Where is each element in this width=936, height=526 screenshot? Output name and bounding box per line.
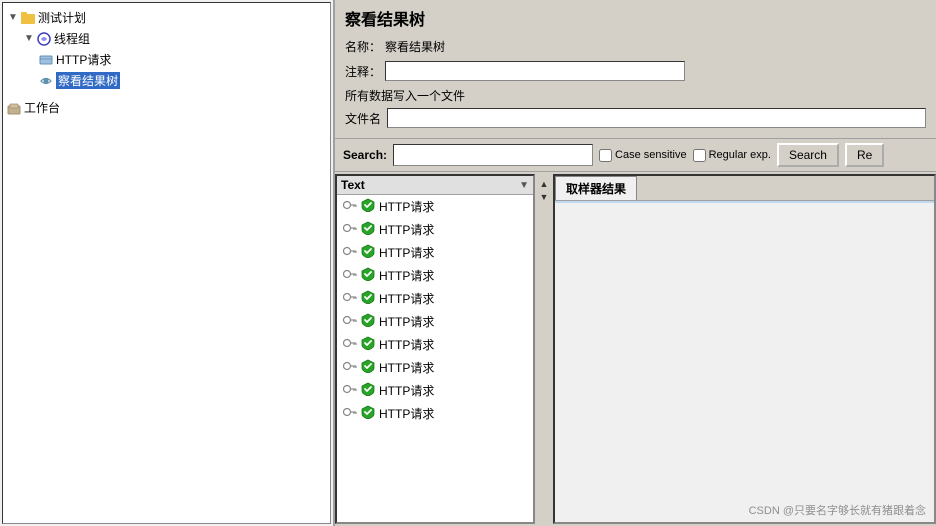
workbench-item[interactable]: 工作台 xyxy=(7,95,326,120)
shield-icon xyxy=(361,359,375,376)
search-input[interactable] xyxy=(393,144,593,166)
folder-icon xyxy=(21,11,35,25)
regular-exp-label[interactable]: Regular exp. xyxy=(693,149,771,162)
workbench-icon xyxy=(7,101,21,115)
name-row: 名称： 察看结果树 xyxy=(345,38,926,55)
key-icon xyxy=(343,383,357,398)
comment-input[interactable] xyxy=(385,61,685,81)
file-label: 文件名 xyxy=(345,110,381,127)
key-icon xyxy=(343,245,357,260)
watermark: CSDN @只要名字够长就有猪跟着念 xyxy=(749,502,926,518)
file-input[interactable] xyxy=(387,108,926,128)
list-item-label: HTTP请求 xyxy=(379,313,434,330)
key-icon xyxy=(343,199,357,214)
key-icon xyxy=(343,268,357,283)
name-label: 名称： xyxy=(345,38,385,55)
list-item[interactable]: HTTP请求 xyxy=(337,402,533,425)
right-header: 察看结果树 名称： 察看结果树 注释： 所有数据写入一个文件 文件名 xyxy=(335,0,936,138)
search-button[interactable]: Search xyxy=(777,143,839,167)
comment-label: 注释： xyxy=(345,63,385,80)
file-row: 文件名 xyxy=(345,108,926,128)
tree-item-test-plan[interactable]: ▼ 测试计划 xyxy=(7,7,326,28)
shield-icon xyxy=(361,244,375,261)
expand-icon-thread-group[interactable]: ▼ xyxy=(23,33,35,45)
list-item[interactable]: HTTP请求 xyxy=(337,379,533,402)
list-header: Text ▼ xyxy=(337,176,533,195)
case-sensitive-label[interactable]: Case sensitive xyxy=(599,149,687,162)
shield-icon xyxy=(361,313,375,330)
scroll-down-btn[interactable]: ▼ xyxy=(540,191,549,204)
list-item[interactable]: HTTP请求 xyxy=(337,310,533,333)
search-label: Search: xyxy=(343,148,387,162)
shield-icon xyxy=(361,290,375,307)
list-item[interactable]: HTTP请求 xyxy=(337,241,533,264)
key-icon xyxy=(343,291,357,306)
shield-icon xyxy=(361,382,375,399)
tab-sampler-result[interactable]: 取样器结果 xyxy=(555,176,637,200)
list-item-label: HTTP请求 xyxy=(379,359,434,376)
list-item-label: HTTP请求 xyxy=(379,382,434,399)
list-item-label: HTTP请求 xyxy=(379,290,434,307)
list-header-arrow[interactable]: ▼ xyxy=(519,180,529,191)
shield-icon xyxy=(361,267,375,284)
list-item[interactable]: HTTP请求 xyxy=(337,264,533,287)
list-item[interactable]: HTTP请求 xyxy=(337,218,533,241)
shield-icon xyxy=(361,405,375,422)
list-panel: Text ▼ HTTP请求 HTTP请求 HTTP请求 xyxy=(335,174,535,524)
result-tabs: 取样器结果 xyxy=(555,176,934,201)
tree-area: ▼ 测试计划 ▼ 线程组 xyxy=(2,2,331,524)
comment-row: 注释： xyxy=(345,61,926,81)
case-sensitive-checkbox[interactable] xyxy=(599,149,612,162)
key-icon xyxy=(343,406,357,421)
panel-title: 察看结果树 xyxy=(345,6,926,30)
section-text: 所有数据写入一个文件 xyxy=(345,87,926,104)
shield-icon xyxy=(361,336,375,353)
list-item-label: HTTP请求 xyxy=(379,336,434,353)
scroll-up-btn[interactable]: ▲ xyxy=(540,178,549,191)
tree-item-http-request[interactable]: HTTP请求 xyxy=(7,49,326,70)
content-area: Text ▼ HTTP请求 HTTP请求 HTTP请求 xyxy=(335,172,936,526)
right-panel: 察看结果树 名称： 察看结果树 注释： 所有数据写入一个文件 文件名 Searc… xyxy=(335,0,936,526)
list-item-label: HTTP请求 xyxy=(379,267,434,284)
workbench-label: 工作台 xyxy=(24,99,60,116)
key-icon xyxy=(343,360,357,375)
tree-label-test-plan: 测试计划 xyxy=(38,9,86,26)
list-item[interactable]: HTTP请求 xyxy=(337,287,533,310)
list-item-label: HTTP请求 xyxy=(379,405,434,422)
list-item-label: HTTP请求 xyxy=(379,244,434,261)
list-item[interactable]: HTTP请求 xyxy=(337,195,533,218)
result-body xyxy=(555,201,934,522)
list-item[interactable]: HTTP请求 xyxy=(337,356,533,379)
regular-exp-checkbox[interactable] xyxy=(693,149,706,162)
list-body: HTTP请求 HTTP请求 HTTP请求 HTTP请求 HTTP请求 xyxy=(337,195,533,522)
expand-icon-test-plan[interactable]: ▼ xyxy=(7,12,19,24)
list-item-label: HTTP请求 xyxy=(379,221,434,238)
tree-label-thread-group: 线程组 xyxy=(54,30,90,47)
key-icon xyxy=(343,337,357,352)
eye-icon xyxy=(39,74,53,88)
list-header-label: Text xyxy=(341,178,519,192)
result-panel: 取样器结果 xyxy=(553,174,936,524)
key-icon xyxy=(343,314,357,329)
tree-item-result-tree[interactable]: 察看结果树 xyxy=(7,70,326,91)
shield-icon xyxy=(361,221,375,238)
tree-item-thread-group[interactable]: ▼ 线程组 xyxy=(7,28,326,49)
tree-label-result-tree: 察看结果树 xyxy=(56,72,120,89)
list-item-label: HTTP请求 xyxy=(379,198,434,215)
left-panel: ▼ 测试计划 ▼ 线程组 xyxy=(0,0,335,526)
shield-icon xyxy=(361,198,375,215)
http-icon xyxy=(39,53,53,67)
thread-icon xyxy=(37,32,51,46)
panel-divider: ▲ ▼ xyxy=(537,174,551,524)
key-icon xyxy=(343,222,357,237)
name-value: 察看结果树 xyxy=(385,38,445,55)
reset-button[interactable]: Re xyxy=(845,143,884,167)
tree-label-http-request: HTTP请求 xyxy=(56,51,111,68)
search-bar: Search: Case sensitive Regular exp. Sear… xyxy=(335,138,936,172)
list-item[interactable]: HTTP请求 xyxy=(337,333,533,356)
